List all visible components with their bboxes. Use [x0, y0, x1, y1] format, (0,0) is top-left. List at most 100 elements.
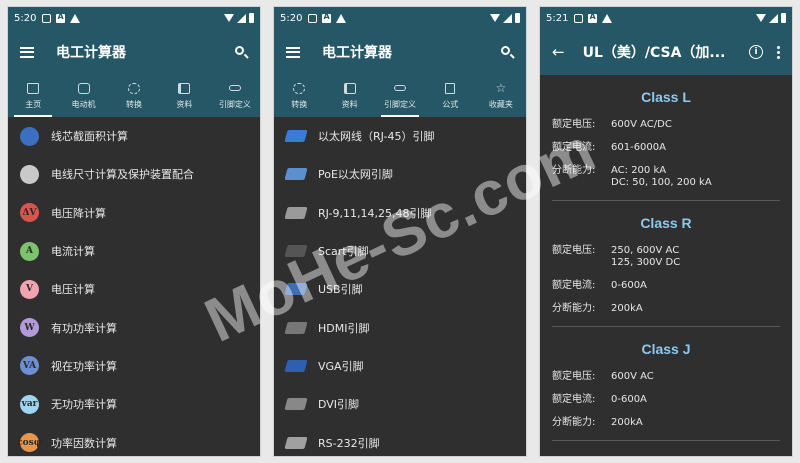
pinout-icon: [228, 84, 241, 91]
home-icon: [27, 82, 40, 94]
list-item[interactable]: 以太网线（RJ-45）引脚: [274, 117, 526, 155]
notification-icon: [574, 13, 584, 23]
spec-value: 0-600A: [611, 394, 647, 405]
list-item[interactable]: RJ-9,11,14,25,48引脚: [274, 194, 526, 232]
list-item-label: PoE以太网引脚: [318, 168, 393, 182]
list-item-label: 以太网线（RJ-45）引脚: [318, 130, 435, 144]
spec-value: 250, 600V AC 125, 300V DC: [611, 245, 681, 268]
status-time: 5:20: [280, 12, 303, 24]
list-item[interactable]: 线芯截面积计算: [8, 117, 260, 155]
wifi-icon: [224, 14, 234, 22]
list-item-label: RS-232引脚: [318, 436, 380, 450]
list-item[interactable]: 电线尺寸计算及保护装置配合: [8, 155, 260, 193]
spec-row: 分断能力: 200kA: [552, 303, 780, 315]
calculator-list: 线芯截面积计算电线尺寸计算及保护装置配合 ΔV 电压降计算 A 电流计算 V 电压计算 W 有功…: [8, 117, 260, 456]
tab-label: 引脚定义: [218, 99, 251, 109]
list-item[interactable]: V 电压计算: [8, 270, 260, 308]
list-item-label: 线芯截面积计算: [51, 130, 128, 144]
signal-icon: [503, 13, 512, 23]
pinout-list: 以太网线（RJ-45）引脚 PoE以太网引脚 RJ-9,11,14,25,48引脚 S…: [274, 117, 526, 456]
tab-pinout[interactable]: 引脚定义: [375, 75, 425, 117]
signal-icon: [769, 13, 778, 23]
connector-icon: [284, 398, 308, 411]
list-item[interactable]: VGA引脚: [274, 347, 526, 385]
tab-label: 引脚定义: [384, 99, 417, 109]
list-item-label: HDMI引脚: [318, 321, 370, 335]
connector-icon: [284, 359, 308, 372]
spec-label: 额定电压:: [552, 371, 596, 382]
list-item[interactable]: Scart引脚: [274, 232, 526, 270]
spec-value: 200kA: [611, 417, 643, 428]
spec-row: 分断能力: AC: 200 kA DC: 50, 100, 200 kA: [552, 165, 780, 189]
more-options-icon[interactable]: [777, 45, 780, 59]
battery-icon: [515, 13, 520, 23]
app-bar: ← UL（美）/CSA（加... i: [540, 29, 792, 75]
tab-formula[interactable]: 公式: [425, 75, 475, 117]
back-arrow-icon[interactable]: ←: [552, 43, 565, 61]
screen-fuse-detail: 5:21 ← UL（美）/CSA（加... i Class L 额定电压: 600V…: [539, 6, 793, 457]
tab-convert[interactable]: 转换: [274, 75, 324, 117]
list-item[interactable]: DVI引脚: [274, 385, 526, 423]
list-item-label: Scart引脚: [318, 245, 369, 259]
spec-label: 分断能力:: [552, 417, 596, 428]
menu-icon[interactable]: [286, 46, 300, 58]
tab-motor[interactable]: 电动机: [58, 75, 108, 117]
formula-icon: [445, 82, 456, 94]
list-item[interactable]: HDMI引脚: [274, 308, 526, 346]
book-icon: [178, 82, 191, 94]
tab-home[interactable]: 主页: [8, 75, 58, 117]
tab-convert[interactable]: 转换: [109, 75, 159, 117]
menu-icon[interactable]: [20, 46, 34, 58]
spec-value: 0-600A: [611, 280, 647, 291]
spec-row: 额定电流: 0-600A: [552, 280, 780, 292]
connector-icon: [284, 245, 308, 258]
tab-bar: 转换 资料 引脚定义 公式 ☆ 收藏夹: [274, 75, 526, 117]
list-item-label: 有功功率计算: [51, 321, 117, 335]
tab-pinout[interactable]: 引脚定义: [210, 75, 260, 117]
list-item[interactable]: USB引脚: [274, 270, 526, 308]
app-notification-icon: [56, 12, 66, 23]
list-item[interactable]: PoE以太网引脚: [274, 155, 526, 193]
spec-label: 额定电流:: [552, 280, 596, 291]
status-bar: 5:21: [540, 7, 792, 29]
tab-label: 转换: [291, 99, 308, 109]
book-icon: [343, 82, 356, 94]
list-item[interactable]: A 电流计算: [8, 232, 260, 270]
warning-icon: [336, 13, 347, 23]
list-item[interactable]: var 无功功率计算: [8, 385, 260, 423]
spec-value: 600V AC/DC: [611, 119, 672, 130]
motor-icon: [77, 82, 90, 94]
calc-badge-icon: [20, 126, 39, 146]
spec-row: 额定电流: 0-600A: [552, 394, 780, 406]
tab-label: 资料: [341, 99, 358, 109]
search-icon[interactable]: [501, 45, 515, 59]
app-notification-icon: [322, 12, 332, 23]
connector-icon: [284, 130, 308, 143]
app-bar: 电工计算器: [8, 29, 260, 75]
pinout-icon: [394, 84, 407, 91]
battery-icon: [249, 13, 254, 23]
connector-icon: [284, 206, 308, 219]
calc-badge-icon: VA: [20, 356, 39, 376]
info-icon[interactable]: i: [749, 45, 763, 59]
list-item[interactable]: RS-232引脚: [274, 423, 526, 456]
tab-reference[interactable]: 资料: [324, 75, 374, 117]
list-item[interactable]: ΔV 电压降计算: [8, 194, 260, 232]
tab-favorites[interactable]: ☆ 收藏夹: [476, 75, 526, 117]
tab-label: 资料: [176, 99, 193, 109]
status-bar: 5:20: [8, 7, 260, 29]
list-item[interactable]: cosφ 功率因数计算: [8, 423, 260, 456]
list-item-label: 电流计算: [51, 245, 95, 259]
spec-row: 分断能力: 200kA: [552, 417, 780, 429]
warning-icon: [602, 13, 613, 23]
spec-value: 600V AC: [611, 371, 654, 382]
spec-row: 额定电压: 600V AC: [552, 371, 780, 383]
tab-label: 主页: [25, 99, 42, 109]
search-icon[interactable]: [235, 45, 249, 59]
tab-reference[interactable]: 资料: [159, 75, 209, 117]
status-time: 5:21: [546, 12, 569, 24]
convert-icon: [293, 82, 306, 94]
list-item[interactable]: W 有功功率计算: [8, 308, 260, 346]
spec-value: 601-6000A: [611, 142, 666, 153]
list-item[interactable]: VA 视在功率计算: [8, 347, 260, 385]
